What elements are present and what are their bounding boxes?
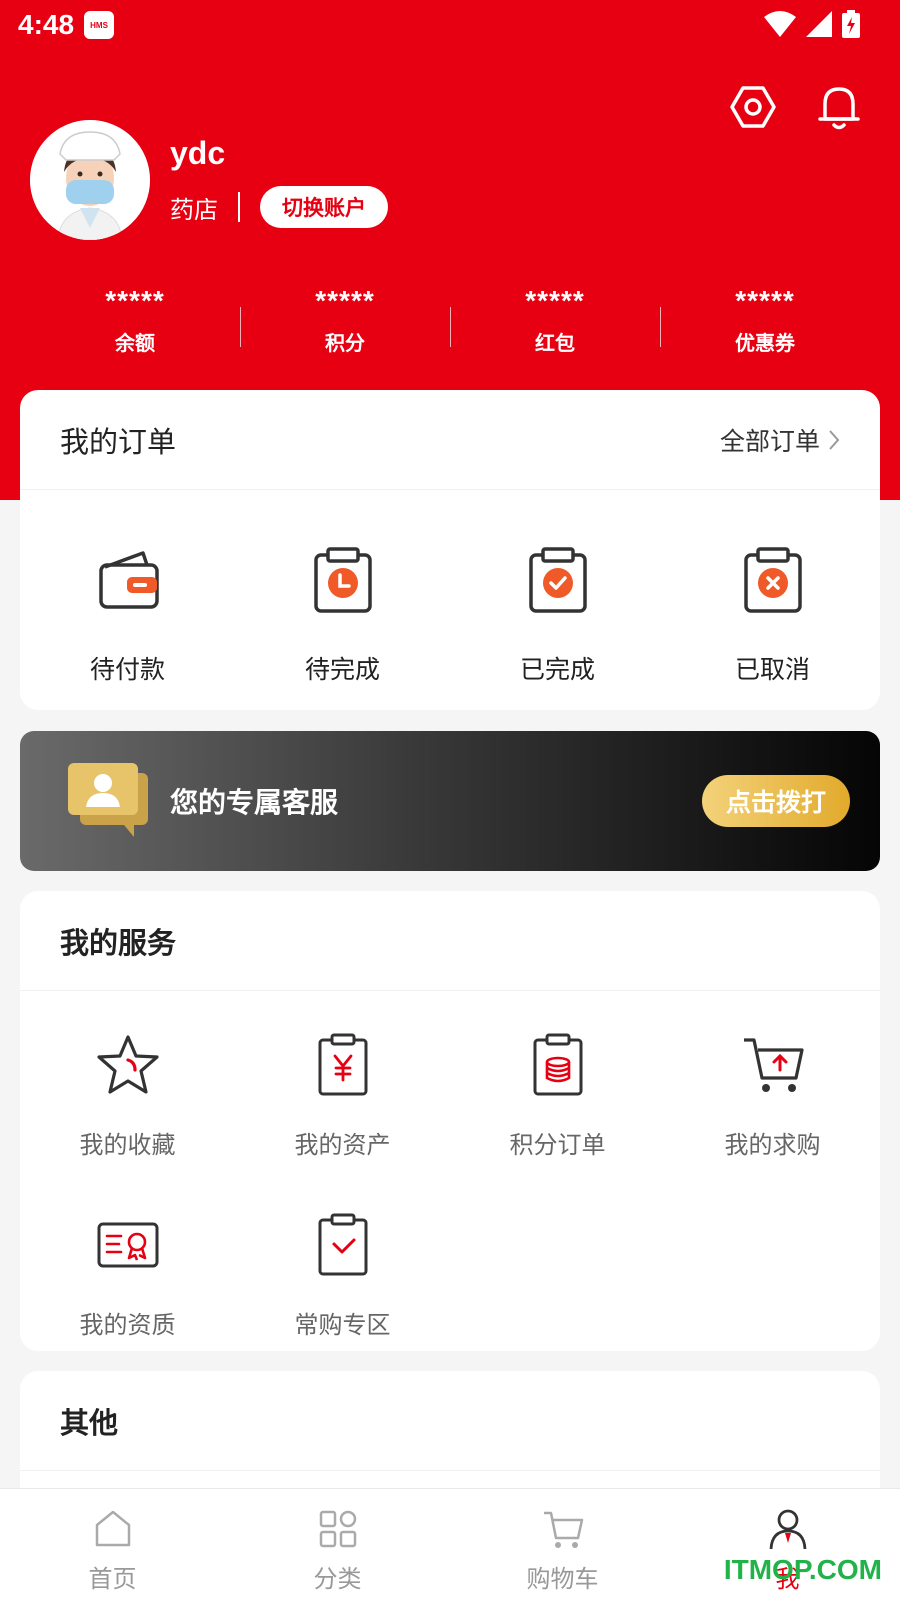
order-cancelled[interactable]: 已取消 bbox=[665, 540, 880, 686]
stat-label: 红包 bbox=[535, 331, 575, 355]
service-label: 积分订单 bbox=[509, 1131, 606, 1159]
notification-button[interactable] bbox=[814, 82, 864, 132]
stat-label: 积分 bbox=[325, 331, 365, 355]
service-qualifications[interactable]: 我的资质 bbox=[20, 1209, 235, 1389]
stat-value: ***** bbox=[525, 285, 585, 316]
other-title: 其他 bbox=[60, 1405, 119, 1440]
battery-icon bbox=[842, 10, 860, 38]
order-item-label: 已完成 bbox=[519, 655, 595, 684]
orders-card: 我的订单 全部订单 待付款 待完成 已完成 已取消 bbox=[20, 390, 880, 710]
stat-value: ***** bbox=[315, 285, 375, 316]
service-label: 我的求购 bbox=[724, 1131, 821, 1159]
yuan-clipboard-icon bbox=[318, 1033, 367, 1096]
service-assets[interactable]: 我的资产 bbox=[235, 1029, 450, 1209]
services-header: 我的服务 bbox=[20, 891, 880, 991]
clock-clipboard-icon bbox=[313, 547, 372, 613]
order-item-label: 待付款 bbox=[89, 655, 165, 684]
orders-title: 我的订单 bbox=[60, 424, 177, 459]
service-points-orders[interactable]: 积分订单 bbox=[450, 1029, 665, 1209]
nurse-avatar-icon bbox=[30, 120, 150, 240]
service-label: 常购专区 bbox=[294, 1311, 391, 1339]
tab-cart[interactable]: 购物车 bbox=[450, 1489, 675, 1600]
all-orders-label: 全部订单 bbox=[719, 426, 820, 456]
service-banner-text: 您的专属客服 bbox=[170, 786, 339, 819]
hms-badge: HMS bbox=[84, 11, 115, 39]
home-icon bbox=[95, 1510, 130, 1547]
star-icon bbox=[96, 1035, 159, 1094]
service-label: 我的资质 bbox=[79, 1311, 176, 1339]
store-type: 药店 bbox=[170, 195, 218, 224]
service-label: 我的资产 bbox=[294, 1131, 391, 1159]
wifi-icon bbox=[764, 11, 796, 37]
settings-button[interactable] bbox=[728, 82, 778, 132]
order-item-label: 待完成 bbox=[304, 655, 380, 684]
order-pending-completion[interactable]: 待完成 bbox=[235, 540, 450, 686]
status-time: 4:48 bbox=[18, 9, 75, 40]
order-pending-payment[interactable]: 待付款 bbox=[20, 540, 235, 686]
divider bbox=[238, 192, 240, 222]
service-favorites[interactable]: 我的收藏 bbox=[20, 1029, 235, 1209]
check-clipboard-icon bbox=[528, 547, 587, 613]
wallet-icon bbox=[98, 551, 159, 609]
stat-label: 优惠券 bbox=[735, 331, 795, 355]
tab-category[interactable]: 分类 bbox=[225, 1489, 450, 1600]
status-icons bbox=[764, 10, 860, 38]
stat-value: ***** bbox=[105, 285, 165, 316]
service-purchase-request[interactable]: 我的求购 bbox=[665, 1029, 880, 1209]
stat-red-packet[interactable]: ***** 红包 bbox=[450, 285, 660, 356]
stat-value: ***** bbox=[735, 285, 795, 316]
status-bar: 4:48 HMS bbox=[0, 0, 900, 50]
orders-header: 我的订单 全部订单 bbox=[20, 390, 880, 490]
signal-icon bbox=[806, 11, 832, 37]
tab-label: 首页 bbox=[88, 1565, 137, 1593]
username: ydc bbox=[170, 135, 226, 171]
grid-icon bbox=[319, 1510, 356, 1548]
order-status-row: 待付款 待完成 已完成 已取消 bbox=[20, 490, 880, 686]
person-icon bbox=[769, 1509, 806, 1550]
service-chat-icon bbox=[68, 763, 150, 839]
check-clipboard-icon bbox=[318, 1213, 367, 1276]
cancel-clipboard-icon bbox=[743, 547, 802, 613]
service-frequent-purchases[interactable]: 常购专区 bbox=[235, 1209, 450, 1389]
services-grid: 我的收藏 我的资产 积分订单 我的求购 我的资质 常购专区 bbox=[20, 991, 880, 1389]
chevron-right-icon bbox=[829, 429, 840, 450]
tab-label: 分类 bbox=[313, 1565, 362, 1593]
all-orders-link[interactable]: 全部订单 bbox=[720, 422, 840, 458]
certificate-icon bbox=[97, 1222, 158, 1268]
services-title: 我的服务 bbox=[60, 925, 177, 960]
header-actions bbox=[728, 82, 864, 132]
stat-label: 余额 bbox=[115, 331, 155, 355]
store-row: 药店 切换账户 bbox=[170, 186, 388, 228]
cart-icon bbox=[543, 1511, 583, 1548]
order-item-label: 已取消 bbox=[734, 655, 810, 684]
tab-label: 购物车 bbox=[526, 1565, 599, 1593]
avatar[interactable] bbox=[30, 120, 150, 240]
settings-hex-icon bbox=[730, 86, 776, 128]
stat-balance[interactable]: ***** 余额 bbox=[30, 285, 240, 356]
switch-account-button[interactable]: 切换账户 bbox=[260, 186, 388, 228]
order-completed[interactable]: 已完成 bbox=[450, 540, 665, 686]
stat-coupons[interactable]: ***** 优惠券 bbox=[660, 285, 870, 356]
account-stats: ***** 余额 ***** 积分 ***** 红包 ***** 优惠券 bbox=[30, 285, 870, 356]
coins-clipboard-icon bbox=[533, 1033, 582, 1096]
other-header: 其他 bbox=[20, 1371, 880, 1471]
cart-upload-icon bbox=[743, 1038, 804, 1092]
call-button[interactable]: 点击拨打 bbox=[702, 775, 850, 827]
bell-icon bbox=[818, 87, 860, 130]
customer-service-banner[interactable]: 您的专属客服 点击拨打 bbox=[20, 731, 880, 871]
watermark: ITMOP.COM bbox=[723, 1554, 882, 1585]
stat-points[interactable]: ***** 积分 bbox=[240, 285, 450, 356]
services-card: 我的服务 我的收藏 我的资产 积分订单 我的求购 我的资质 常购专区 bbox=[20, 891, 880, 1351]
tab-home[interactable]: 首页 bbox=[0, 1489, 225, 1600]
service-label: 我的收藏 bbox=[79, 1131, 176, 1159]
